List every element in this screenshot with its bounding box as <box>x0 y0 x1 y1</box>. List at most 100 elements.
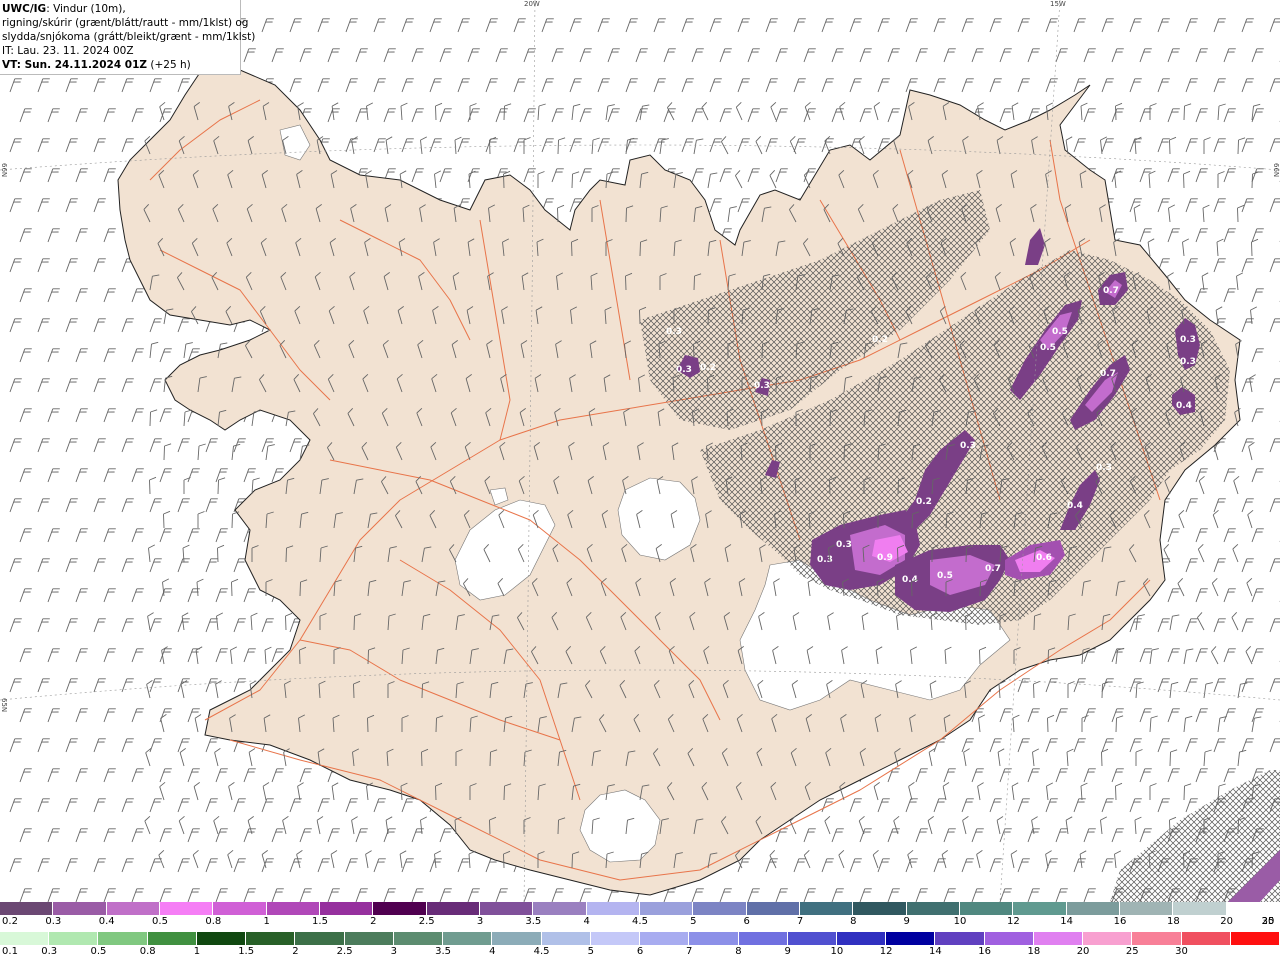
legend-swatch <box>1013 902 1067 915</box>
legend-label: 1 <box>193 946 201 957</box>
legend-swatch <box>1083 932 1133 945</box>
legend-label: 3 <box>476 916 484 927</box>
info-line-4: IT: Lau. 23. 11. 2024 00Z <box>2 45 134 57</box>
legend-swatch <box>586 902 640 915</box>
legend-label: 16 <box>978 946 991 957</box>
legend-swatch <box>373 902 427 915</box>
legend-swatch <box>393 932 444 945</box>
lat-label-65n-left: 65N <box>0 698 8 713</box>
precip-label: 0.5 <box>1040 343 1056 353</box>
legend-swatch <box>886 932 936 945</box>
legend-swatch <box>0 932 50 945</box>
legend-label: 0.4 <box>98 916 115 927</box>
legend-swatch <box>319 902 374 915</box>
legend-swatch <box>799 902 854 915</box>
legend-swatch <box>984 932 1034 945</box>
legend-label: 0.8 <box>139 946 156 957</box>
legend-swatch <box>906 902 960 915</box>
lon-label-15w: 15W <box>1050 0 1066 8</box>
weather-map: 0.3 0.3 0.2 0.3 0.2 0.5 0.5 0.7 0.3 0.3 … <box>0 0 1280 902</box>
precip-label: 0.3 <box>754 381 770 391</box>
precip-label: 0.5 <box>937 571 953 581</box>
legend-swatch <box>639 902 694 915</box>
precip-label: 0.7 <box>985 564 1001 574</box>
lon-label-20w: 20W <box>524 0 540 8</box>
precip-label: 0.3 <box>817 555 833 565</box>
precip-label: 0.2 <box>872 335 888 345</box>
legend-swatch <box>0 902 54 915</box>
precip-label: 0.3 <box>1096 463 1112 473</box>
legend-swatch <box>1033 932 1084 945</box>
legend-swatch <box>689 932 739 945</box>
map-info-box: UWC/IG: Vindur (10m), rigning/skúrir (gr… <box>0 0 256 75</box>
legend-swatch <box>98 932 148 945</box>
legend-label: 3.5 <box>435 946 452 957</box>
legend-label: 4 <box>489 946 496 957</box>
legend-label: 2 <box>370 916 377 927</box>
legend-label: 8 <box>735 946 742 957</box>
legend-label: 1 <box>263 916 270 927</box>
info-line-5: VT: Sun. 24.11.2024 01Z (+25 h) <box>2 59 191 71</box>
legend-label: 14 <box>1060 916 1074 927</box>
precip-label: 0.3 <box>1180 357 1196 367</box>
legend-label: 9 <box>784 946 791 957</box>
legend-swatch <box>738 932 788 945</box>
legend-label: 5 <box>587 946 594 957</box>
rain-legend: 0.1 0.3 0.5 0.8 1 1.5 2 2.5 3 3.5 4 4.5 5 6 7 8 9 10 12 14 1… <box>0 932 1280 960</box>
precip-label: 0.2 <box>700 363 716 373</box>
legend-swatch <box>693 902 747 915</box>
legend-label: 30 <box>1175 946 1188 957</box>
info-line-3: slydda/snjókoma (grátt/bleikt/grænt - mm… <box>2 31 256 43</box>
snow-legend-colorbar <box>0 902 1280 915</box>
legend-swatch <box>53 902 107 915</box>
legend-swatch <box>836 932 887 945</box>
legend-label: 14 <box>929 946 942 957</box>
legend-swatch <box>746 902 800 915</box>
precip-label: 0.3 <box>960 441 976 451</box>
legend-swatch <box>541 932 591 945</box>
legend-swatch <box>159 902 214 915</box>
precip-label: 0.6 <box>1036 553 1052 563</box>
legend-label: 12 <box>879 946 893 957</box>
map-stage: 0.3 0.3 0.2 0.3 0.2 0.5 0.5 0.7 0.3 0.3 … <box>0 0 1280 960</box>
legend-label: 6 <box>743 916 750 927</box>
legend-swatch <box>787 932 837 945</box>
rain-legend-labels: 0.1 0.3 0.5 0.8 1 1.5 2 2.5 3 3.5 4 4.5 5 6 7 8 9 10 12 14 1… <box>0 946 1280 960</box>
legend-label: 12 <box>1006 916 1020 927</box>
legend-label: 25 <box>1125 946 1139 957</box>
legend-label: 8 <box>850 916 857 927</box>
legend-label: 1.5 <box>238 946 255 957</box>
legend-label: 0.3 <box>45 916 62 927</box>
legend-label: 9 <box>903 916 910 927</box>
legend-swatch <box>1226 902 1280 915</box>
precip-label: 0.7 <box>1103 286 1119 296</box>
legend-swatch <box>213 902 267 915</box>
legend-swatch <box>959 902 1014 915</box>
legend-swatch <box>295 932 345 945</box>
legend-swatch <box>1119 902 1174 915</box>
legend-label: 3.5 <box>525 916 542 927</box>
info-line-2: rigning/skúrir (grænt/blátt/rautt - mm/1… <box>2 17 249 29</box>
legend-swatch <box>443 932 493 945</box>
legend-swatch <box>1173 902 1227 915</box>
legend-swatch <box>492 932 542 945</box>
legend-swatch <box>196 932 247 945</box>
legend-swatch <box>935 932 985 945</box>
legend-label: 2 <box>292 946 299 957</box>
info-line-1: UWC/IG: Vindur (10m), <box>2 3 126 15</box>
legend-swatch <box>640 932 690 945</box>
rain-legend-colorbar <box>0 932 1280 945</box>
legend-label: 0.2 <box>2 916 18 927</box>
legend-swatch <box>266 902 320 915</box>
legend-label: 18 <box>1027 946 1041 957</box>
legend-label: 10 <box>953 916 967 927</box>
legend-swatch <box>1181 932 1231 945</box>
legend-label: 20 <box>1220 916 1234 927</box>
legend-label: 10 <box>830 946 844 957</box>
precip-label: 0.3 <box>676 365 692 375</box>
legend-swatch <box>479 902 534 915</box>
legend-swatch <box>590 932 641 945</box>
legend-label: 0.5 <box>152 916 168 927</box>
legend-label: 0.3 <box>41 946 58 957</box>
legend-swatch <box>147 932 197 945</box>
